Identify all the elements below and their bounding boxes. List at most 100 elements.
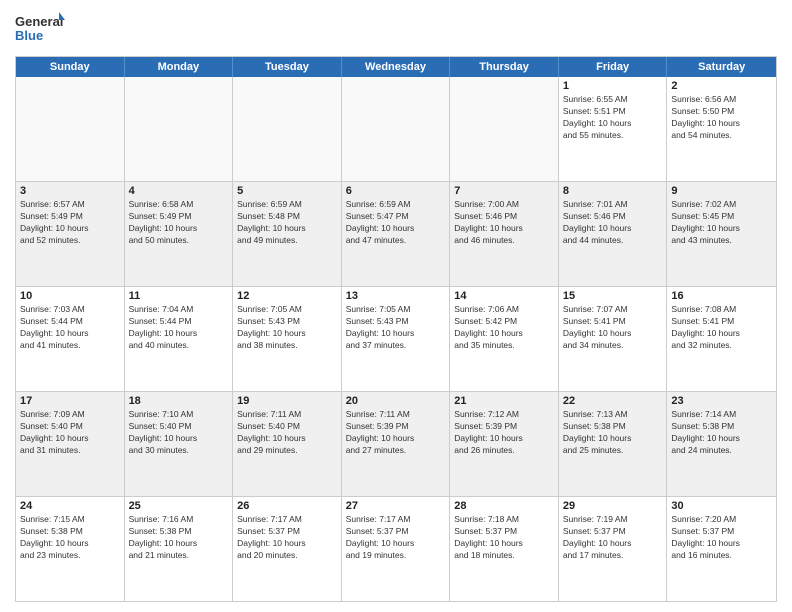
- calendar-cell: [125, 77, 234, 181]
- day-number: 16: [671, 290, 772, 302]
- day-number: 14: [454, 290, 554, 302]
- day-number: 4: [129, 185, 229, 197]
- svg-text:Blue: Blue: [15, 28, 43, 43]
- day-number: 10: [20, 290, 120, 302]
- day-info: Sunrise: 7:16 AMSunset: 5:38 PMDaylight:…: [129, 514, 229, 562]
- day-info: Sunrise: 7:17 AMSunset: 5:37 PMDaylight:…: [346, 514, 446, 562]
- day-number: 5: [237, 185, 337, 197]
- day-number: 3: [20, 185, 120, 197]
- day-number: 8: [563, 185, 663, 197]
- day-number: 13: [346, 290, 446, 302]
- calendar: SundayMondayTuesdayWednesdayThursdayFrid…: [15, 56, 777, 602]
- calendar-cell: 10 Sunrise: 7:03 AMSunset: 5:44 PMDayligh…: [16, 287, 125, 391]
- header-day: Tuesday: [233, 57, 342, 77]
- day-number: 17: [20, 395, 120, 407]
- day-number: 30: [671, 500, 772, 512]
- day-number: 18: [129, 395, 229, 407]
- day-info: Sunrise: 6:59 AMSunset: 5:48 PMDaylight:…: [237, 199, 337, 247]
- calendar-cell: 4 Sunrise: 6:58 AMSunset: 5:49 PMDaylight…: [125, 182, 234, 286]
- header-day: Saturday: [667, 57, 776, 77]
- svg-text:General: General: [15, 14, 63, 29]
- page: General Blue SundayMondayTuesdayWednesda…: [0, 0, 792, 612]
- day-info: Sunrise: 7:03 AMSunset: 5:44 PMDaylight:…: [20, 304, 120, 352]
- calendar-cell: [16, 77, 125, 181]
- calendar-cell: 27 Sunrise: 7:17 AMSunset: 5:37 PMDayligh…: [342, 497, 451, 601]
- day-number: 24: [20, 500, 120, 512]
- calendar-cell: [233, 77, 342, 181]
- day-info: Sunrise: 7:17 AMSunset: 5:37 PMDaylight:…: [237, 514, 337, 562]
- day-number: 19: [237, 395, 337, 407]
- calendar-cell: 9 Sunrise: 7:02 AMSunset: 5:45 PMDaylight…: [667, 182, 776, 286]
- calendar-header: SundayMondayTuesdayWednesdayThursdayFrid…: [16, 57, 776, 77]
- day-info: Sunrise: 7:00 AMSunset: 5:46 PMDaylight:…: [454, 199, 554, 247]
- calendar-cell: 28 Sunrise: 7:18 AMSunset: 5:37 PMDayligh…: [450, 497, 559, 601]
- logo: General Blue: [15, 10, 65, 48]
- calendar-cell: 19 Sunrise: 7:11 AMSunset: 5:40 PMDayligh…: [233, 392, 342, 496]
- day-number: 11: [129, 290, 229, 302]
- calendar-cell: 21Sunrise: 7:12 AMSunset: 5:39 PMDayligh…: [450, 392, 559, 496]
- calendar-cell: 23Sunrise: 7:14 AMSunset: 5:38 PMDayligh…: [667, 392, 776, 496]
- calendar-cell: 2Sunrise: 6:56 AMSunset: 5:50 PMDaylight…: [667, 77, 776, 181]
- day-info: Sunrise: 7:13 AMSunset: 5:38 PMDaylight:…: [563, 409, 663, 457]
- calendar-cell: 16 Sunrise: 7:08 AMSunset: 5:41 PMDayligh…: [667, 287, 776, 391]
- calendar-cell: 1Sunrise: 6:55 AMSunset: 5:51 PMDaylight…: [559, 77, 668, 181]
- calendar-cell: 7 Sunrise: 7:00 AMSunset: 5:46 PMDaylight…: [450, 182, 559, 286]
- header-day: Wednesday: [342, 57, 451, 77]
- day-info: Sunrise: 7:11 AMSunset: 5:40 PMDaylight:…: [237, 409, 337, 457]
- day-number: 29: [563, 500, 663, 512]
- calendar-cell: 6 Sunrise: 6:59 AMSunset: 5:47 PMDaylight…: [342, 182, 451, 286]
- calendar-cell: 18 Sunrise: 7:10 AMSunset: 5:40 PMDayligh…: [125, 392, 234, 496]
- day-info: Sunrise: 6:58 AMSunset: 5:49 PMDaylight:…: [129, 199, 229, 247]
- day-number: 20: [346, 395, 446, 407]
- calendar-cell: 24 Sunrise: 7:15 AMSunset: 5:38 PMDayligh…: [16, 497, 125, 601]
- header: General Blue: [15, 10, 777, 48]
- header-day: Monday: [125, 57, 234, 77]
- calendar-cell: 30 Sunrise: 7:20 AMSunset: 5:37 PMDayligh…: [667, 497, 776, 601]
- day-number: 27: [346, 500, 446, 512]
- calendar-cell: 26 Sunrise: 7:17 AMSunset: 5:37 PMDayligh…: [233, 497, 342, 601]
- day-number: 21: [454, 395, 554, 407]
- day-number: 7: [454, 185, 554, 197]
- day-info: Sunrise: 7:15 AMSunset: 5:38 PMDaylight:…: [20, 514, 120, 562]
- day-info: Sunrise: 7:01 AMSunset: 5:46 PMDaylight:…: [563, 199, 663, 247]
- day-number: 15: [563, 290, 663, 302]
- calendar-cell: [450, 77, 559, 181]
- calendar-body: 1Sunrise: 6:55 AMSunset: 5:51 PMDaylight…: [16, 77, 776, 601]
- day-info: Sunrise: 7:07 AMSunset: 5:41 PMDaylight:…: [563, 304, 663, 352]
- calendar-cell: 22Sunrise: 7:13 AMSunset: 5:38 PMDayligh…: [559, 392, 668, 496]
- day-number: 9: [671, 185, 772, 197]
- calendar-cell: 29 Sunrise: 7:19 AMSunset: 5:37 PMDayligh…: [559, 497, 668, 601]
- calendar-cell: 3Sunrise: 6:57 AMSunset: 5:49 PMDaylight…: [16, 182, 125, 286]
- calendar-week: 1Sunrise: 6:55 AMSunset: 5:51 PMDaylight…: [16, 77, 776, 182]
- day-info: Sunrise: 7:10 AMSunset: 5:40 PMDaylight:…: [129, 409, 229, 457]
- calendar-week: 17 Sunrise: 7:09 AMSunset: 5:40 PMDayligh…: [16, 392, 776, 497]
- day-info: Sunrise: 7:18 AMSunset: 5:37 PMDaylight:…: [454, 514, 554, 562]
- calendar-cell: 20 Sunrise: 7:11 AMSunset: 5:39 PMDayligh…: [342, 392, 451, 496]
- calendar-week: 10 Sunrise: 7:03 AMSunset: 5:44 PMDayligh…: [16, 287, 776, 392]
- day-info: Sunrise: 6:59 AMSunset: 5:47 PMDaylight:…: [346, 199, 446, 247]
- day-info: Sunrise: 7:02 AMSunset: 5:45 PMDaylight:…: [671, 199, 772, 247]
- day-info: Sunrise: 7:19 AMSunset: 5:37 PMDaylight:…: [563, 514, 663, 562]
- day-info: Sunrise: 7:06 AMSunset: 5:42 PMDaylight:…: [454, 304, 554, 352]
- day-info: Sunrise: 7:05 AMSunset: 5:43 PMDaylight:…: [346, 304, 446, 352]
- calendar-cell: 14 Sunrise: 7:06 AMSunset: 5:42 PMDayligh…: [450, 287, 559, 391]
- day-number: 1: [563, 80, 663, 92]
- day-number: 25: [129, 500, 229, 512]
- calendar-cell: 15 Sunrise: 7:07 AMSunset: 5:41 PMDayligh…: [559, 287, 668, 391]
- day-number: 12: [237, 290, 337, 302]
- day-number: 6: [346, 185, 446, 197]
- day-info: Sunrise: 7:09 AMSunset: 5:40 PMDaylight:…: [20, 409, 120, 457]
- header-day: Thursday: [450, 57, 559, 77]
- calendar-cell: 12 Sunrise: 7:05 AMSunset: 5:43 PMDayligh…: [233, 287, 342, 391]
- header-day: Sunday: [16, 57, 125, 77]
- day-info: Sunrise: 7:08 AMSunset: 5:41 PMDaylight:…: [671, 304, 772, 352]
- day-info: Sunrise: 7:14 AMSunset: 5:38 PMDaylight:…: [671, 409, 772, 457]
- day-info: Sunrise: 7:20 AMSunset: 5:37 PMDaylight:…: [671, 514, 772, 562]
- day-info: Sunrise: 7:05 AMSunset: 5:43 PMDaylight:…: [237, 304, 337, 352]
- day-number: 26: [237, 500, 337, 512]
- calendar-cell: 5 Sunrise: 6:59 AMSunset: 5:48 PMDaylight…: [233, 182, 342, 286]
- calendar-cell: 8 Sunrise: 7:01 AMSunset: 5:46 PMDaylight…: [559, 182, 668, 286]
- calendar-cell: [342, 77, 451, 181]
- day-number: 28: [454, 500, 554, 512]
- day-info: Sunrise: 7:11 AMSunset: 5:39 PMDaylight:…: [346, 409, 446, 457]
